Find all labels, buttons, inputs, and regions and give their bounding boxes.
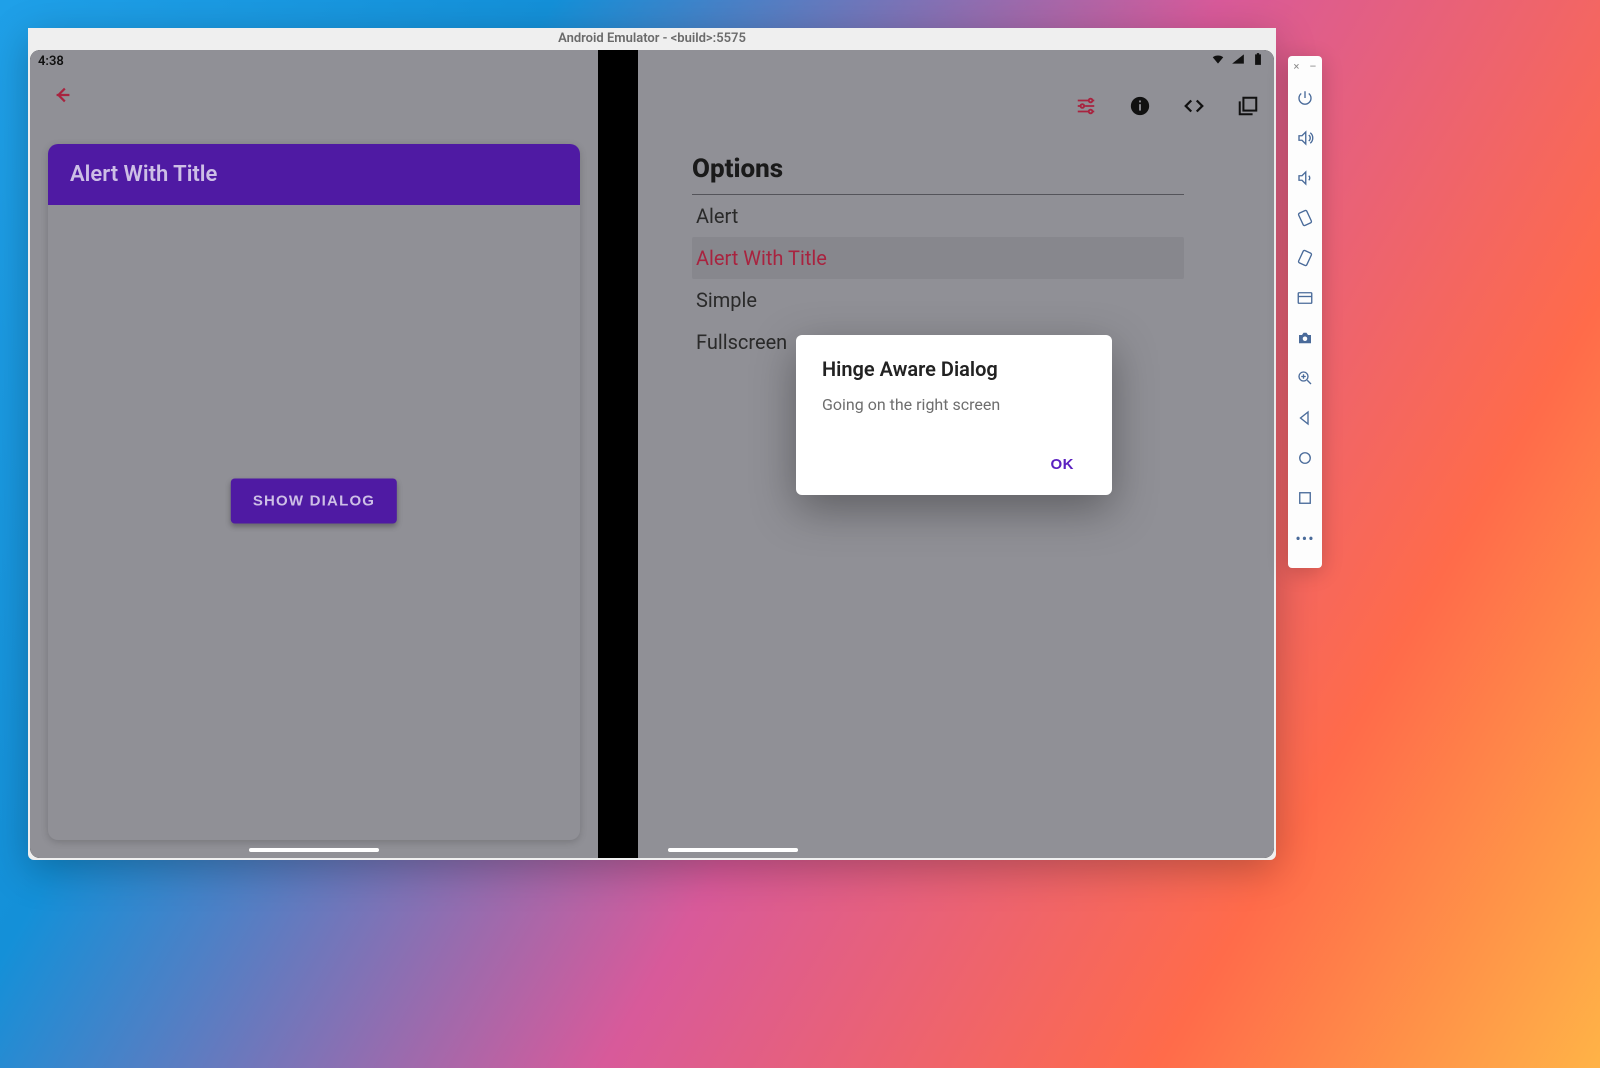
emulator-title: Android Emulator - <build>:5575 [28, 28, 1276, 50]
code-icon[interactable] [1182, 94, 1206, 118]
toolbar-minimize-icon[interactable]: – [1309, 62, 1316, 72]
screenshot-folder-icon[interactable] [1288, 278, 1322, 318]
options-title: Options [692, 154, 1184, 195]
rotate-left-icon[interactable] [1288, 198, 1322, 238]
camera-icon[interactable] [1288, 318, 1322, 358]
status-bar: 4:38 [30, 50, 1274, 72]
power-icon[interactable] [1288, 78, 1322, 118]
left-card: Alert With Title SHOW DIALOG [48, 144, 580, 840]
dialog-title: Hinge Aware Dialog [822, 357, 1086, 381]
emulator-side-toolbar: × – ••• [1288, 56, 1322, 568]
option-simple[interactable]: Simple [692, 279, 1184, 321]
back-arrow-icon[interactable] [52, 84, 74, 110]
volume-down-icon[interactable] [1288, 158, 1322, 198]
dialog-ok-button[interactable]: OK [1039, 448, 1087, 481]
option-alert-with-title[interactable]: Alert With Title [692, 237, 1184, 279]
toolbar-close-icon[interactable]: × [1293, 62, 1299, 72]
battery-icon [1250, 52, 1266, 70]
tune-icon[interactable] [1074, 94, 1098, 118]
nav-home-icon[interactable] [1288, 438, 1322, 478]
nav-indicator-left [249, 848, 379, 852]
status-icons [1210, 52, 1266, 70]
nav-overview-icon[interactable] [1288, 478, 1322, 518]
status-clock: 4:38 [38, 54, 64, 69]
options-panel: Options Alert Alert With Title Simple Fu… [692, 154, 1184, 363]
option-alert[interactable]: Alert [692, 195, 1184, 237]
show-dialog-button[interactable]: SHOW DIALOG [231, 479, 397, 524]
info-icon[interactable] [1128, 94, 1152, 118]
right-pane: Options Alert Alert With Title Simple Fu… [638, 50, 1274, 858]
signal-icon [1230, 52, 1246, 70]
top-toolbar [1074, 94, 1260, 118]
dialog-body: Going on the right screen [822, 395, 1086, 414]
nav-back-icon[interactable] [1288, 398, 1322, 438]
library-icon[interactable] [1236, 94, 1260, 118]
emulator-window: Android Emulator - <build>:5575 4:38 [28, 28, 1276, 860]
device-frame: 4:38 [30, 50, 1274, 858]
zoom-icon[interactable] [1288, 358, 1322, 398]
wifi-icon [1210, 52, 1226, 70]
hinge-dialog: Hinge Aware Dialog Going on the right sc… [796, 335, 1112, 495]
volume-up-icon[interactable] [1288, 118, 1322, 158]
rotate-right-icon[interactable] [1288, 238, 1322, 278]
nav-indicator-right [668, 848, 798, 852]
left-pane: Alert With Title SHOW DIALOG [30, 50, 638, 858]
card-title: Alert With Title [48, 144, 580, 205]
more-icon[interactable]: ••• [1288, 518, 1322, 558]
